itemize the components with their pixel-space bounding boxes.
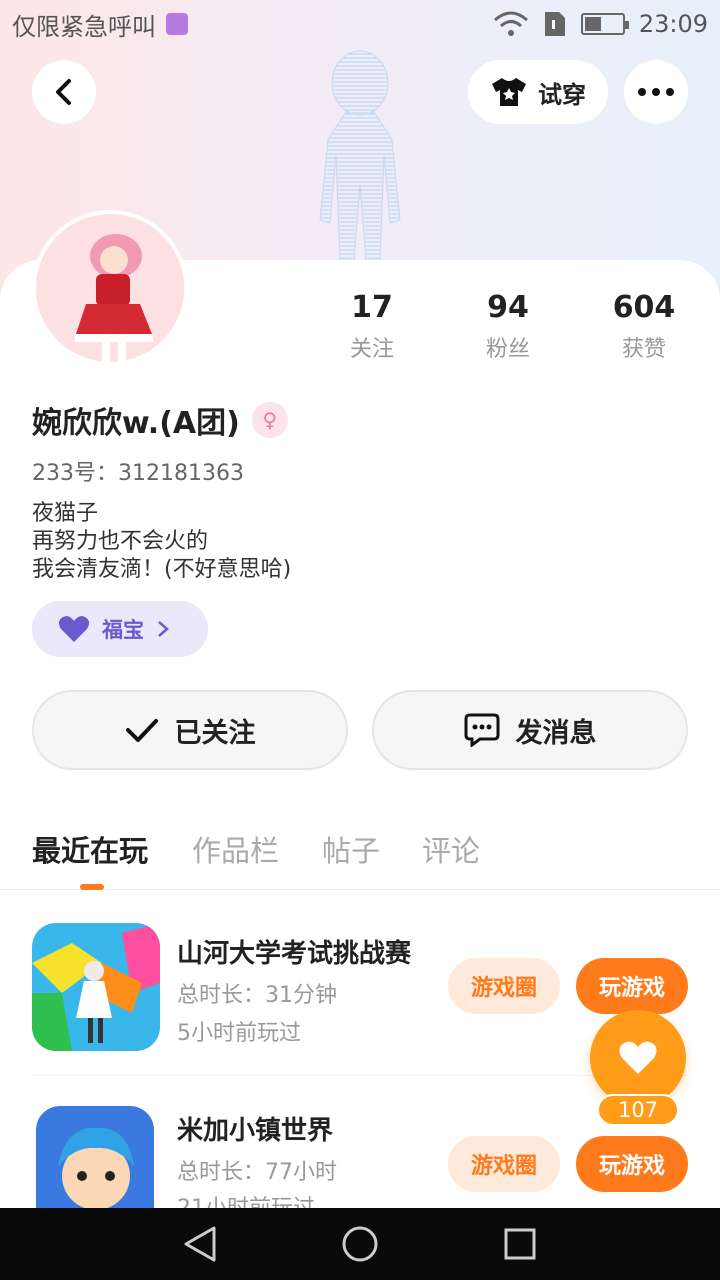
stat-following[interactable]: 17 关注 xyxy=(312,290,432,363)
play-game-button[interactable]: 玩游戏 xyxy=(576,1136,688,1192)
followed-label: 已关注 xyxy=(174,717,256,749)
chevron-right-icon xyxy=(158,621,169,637)
stat-following-count: 17 xyxy=(351,290,393,325)
profile-name-row: 婉欣欣w.(A团) ♀ xyxy=(32,398,288,442)
like-count-badge: 107 xyxy=(597,1094,679,1126)
stat-followers[interactable]: 94 粉丝 xyxy=(448,290,568,363)
profile-uid: 233号：312181363 xyxy=(32,461,244,486)
triangle-back-icon xyxy=(184,1226,216,1262)
avatar-3d-figure xyxy=(319,50,401,260)
tab-comments[interactable]: 评论 xyxy=(422,828,480,870)
wifi-icon xyxy=(493,11,528,36)
tab-works[interactable]: 作品栏 xyxy=(192,828,279,870)
tab-posts[interactable]: 帖子 xyxy=(322,828,380,870)
stat-likes-count: 604 xyxy=(612,290,676,325)
tab-recently-played[interactable]: 最近在玩 xyxy=(32,828,148,870)
followed-button[interactable]: 已关注 xyxy=(32,690,348,770)
check-icon xyxy=(125,719,158,742)
system-navigation-bar xyxy=(0,1208,720,1280)
profile-bio: 夜猫子 再努力也不会火的 我会清友滴！(不好意思哈) xyxy=(32,500,291,584)
more-icon xyxy=(638,88,674,96)
stat-followers-label: 粉丝 xyxy=(485,337,530,362)
bio-line: 我会清友滴！(不好意思哈) xyxy=(32,557,292,582)
bio-line: 再努力也不会火的 xyxy=(32,529,209,554)
avatar[interactable] xyxy=(32,210,188,366)
stat-likes[interactable]: 604 获赞 xyxy=(584,290,704,363)
game-title: 山河大学考试挑战赛 xyxy=(177,939,412,969)
game-title: 米加小镇世界 xyxy=(177,1116,334,1146)
game-circle-button[interactable]: 游戏圈 xyxy=(448,1136,560,1192)
game-duration: 总时长：31分钟 xyxy=(177,983,337,1008)
game-last-played: 5小时前玩过 xyxy=(177,1021,301,1046)
square-recents-icon xyxy=(504,1228,536,1260)
circle-home-icon xyxy=(342,1226,378,1262)
active-tab-indicator xyxy=(80,884,104,890)
send-message-label: 发消息 xyxy=(515,717,597,749)
stat-followers-count: 94 xyxy=(487,290,529,325)
game-row[interactable]: 米加小镇世界 总时长：77小时 21小时前玩过 游戏圈 玩游戏 xyxy=(32,1100,688,1208)
tshirt-icon xyxy=(492,78,526,106)
game-icon-miga xyxy=(36,1106,154,1208)
game-icon-shanhe xyxy=(32,923,160,1051)
more-button[interactable] xyxy=(624,60,688,124)
floating-like-button[interactable] xyxy=(590,1010,686,1106)
game-circle-button[interactable]: 游戏圈 xyxy=(448,958,560,1014)
female-gender-icon: ♀ xyxy=(251,402,288,438)
send-message-button[interactable]: 发消息 xyxy=(372,690,688,770)
fubao-badge-button[interactable]: 福宝 xyxy=(32,601,208,657)
carrier-text: 仅限紧急呼叫 xyxy=(12,12,156,41)
fubao-label: 福宝 xyxy=(102,618,144,642)
back-button[interactable] xyxy=(32,60,96,124)
gallery-badge-icon xyxy=(166,13,188,35)
try-on-button[interactable]: 试穿 xyxy=(468,60,608,124)
back-icon xyxy=(56,79,71,105)
chat-bubble-icon xyxy=(464,713,499,747)
nav-back-button[interactable] xyxy=(180,1224,220,1264)
profile-name: 婉欣欣w.(A团) xyxy=(32,406,240,441)
stat-following-label: 关注 xyxy=(349,337,394,362)
list-divider xyxy=(32,1075,688,1076)
try-on-label: 试穿 xyxy=(538,80,586,109)
nav-recents-button[interactable] xyxy=(500,1224,540,1264)
stat-likes-label: 获赞 xyxy=(621,337,666,362)
nav-home-button[interactable] xyxy=(340,1224,380,1264)
game-duration: 总时长：77小时 xyxy=(177,1160,337,1185)
heart-badge-icon xyxy=(58,616,90,642)
bio-line: 夜猫子 xyxy=(32,501,99,526)
game-last-played: 21小时前玩过 xyxy=(177,1190,315,1208)
status-time: 23:09 xyxy=(638,10,708,38)
sim-icon xyxy=(544,12,565,36)
status-bar: 仅限紧急呼叫 23:09 xyxy=(0,0,720,48)
heart-icon xyxy=(619,1041,657,1074)
play-game-button[interactable]: 玩游戏 xyxy=(576,958,688,1014)
battery-icon xyxy=(580,13,629,35)
